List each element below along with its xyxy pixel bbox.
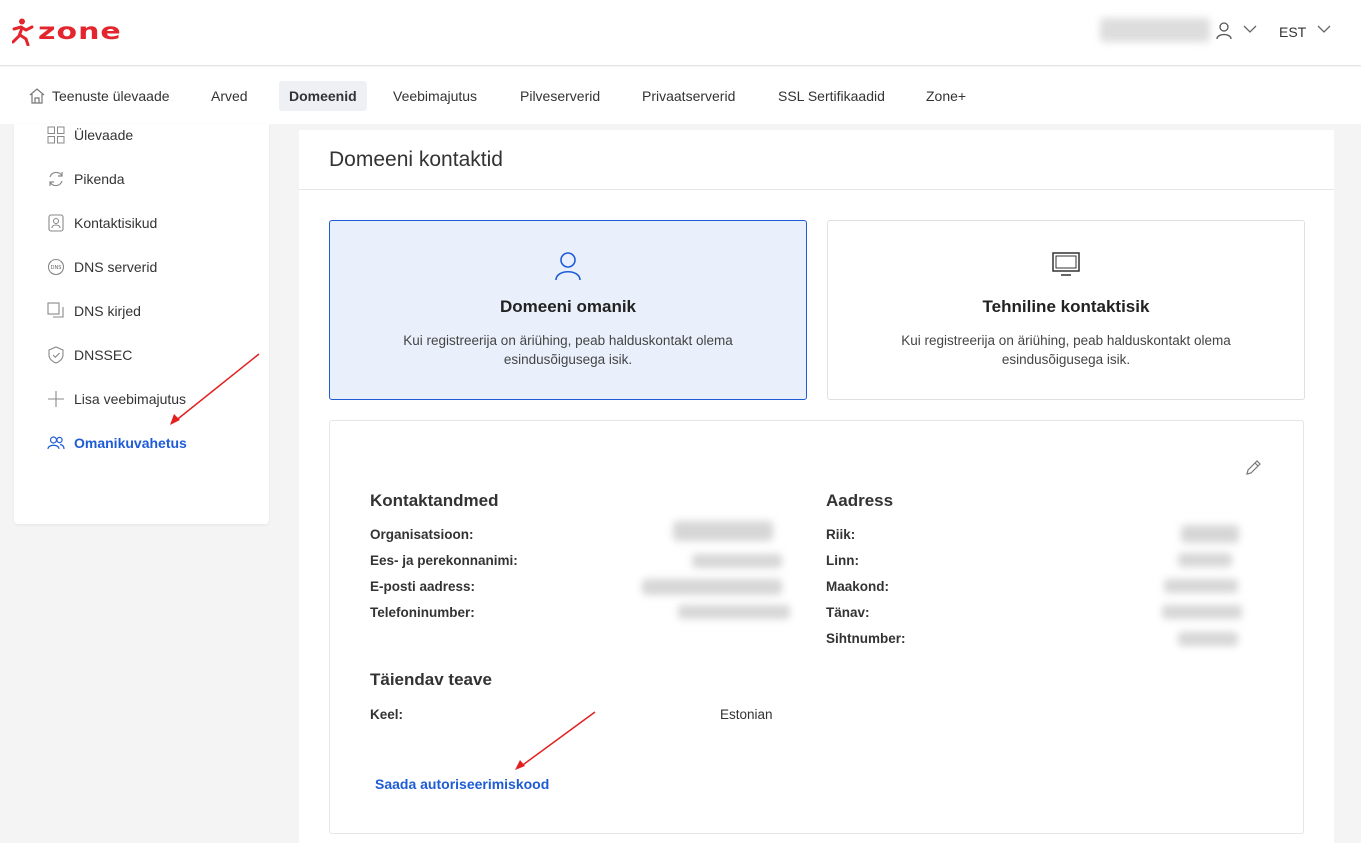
language-label: Keel:	[370, 707, 404, 722]
nav-label: Teenuste ülevaade	[52, 88, 170, 104]
sidebar-item-label: Ülevaade	[74, 127, 134, 143]
svg-text:DNS: DNS	[51, 265, 62, 271]
sidebar-item-owner-change[interactable]: Omanikuvahetus	[47, 432, 187, 454]
home-icon	[29, 88, 45, 104]
nav-invoices[interactable]: Arved	[201, 81, 258, 111]
sidebar-item-overview[interactable]: Ülevaade	[47, 124, 133, 146]
plus-icon	[47, 390, 65, 408]
county-label: Maakond:	[826, 579, 890, 594]
person-icon	[555, 252, 581, 281]
choice-description: Kui registreerija on äriühing, peab hald…	[901, 333, 1231, 367]
nav-private-servers[interactable]: Privaatserverid	[632, 81, 745, 111]
sidebar-item-dns-records[interactable]: DNS kirjed	[47, 300, 141, 322]
choice-title: Domeeni omanik	[499, 297, 637, 316]
nav-services-overview[interactable]: Teenuste ülevaade	[18, 81, 180, 111]
organisation-label: Organisatsioon:	[370, 527, 474, 542]
grid-icon	[47, 126, 65, 144]
dns-icon: DNS	[47, 258, 65, 276]
annotation-arrow-icon	[170, 353, 260, 425]
nav-web-hosting[interactable]: Veebimajutus	[383, 81, 487, 111]
extra-section-title: Täiendav teave	[370, 670, 492, 689]
sidebar-item-dns-servers[interactable]: DNS DNS serverid	[47, 256, 157, 278]
nav-ssl-certificates[interactable]: SSL Sertifikaadid	[768, 81, 895, 111]
user-icon[interactable]	[1216, 22, 1232, 40]
contact-details-card: Kontaktandmed Organisatsioon: Ees- ja pe…	[329, 420, 1304, 834]
divider	[299, 189, 1334, 190]
address-section-title: Aadress	[826, 491, 894, 510]
redacted-city-value	[1178, 553, 1232, 567]
choice-domain-owner[interactable]: Domeeni omanik Kui registreerija on äriü…	[329, 220, 807, 400]
sidebar-item-label: Kontaktisikud	[74, 215, 158, 231]
header: zone EST	[0, 0, 1361, 66]
language-selector[interactable]: EST	[1279, 24, 1306, 40]
phone-label: Telefoninumber:	[370, 605, 475, 620]
street-label: Tänav:	[826, 605, 870, 620]
runner-logo-icon	[12, 18, 34, 46]
send-auth-code-link[interactable]: Saada autoriseerimiskood	[375, 776, 549, 792]
redacted-email-value	[642, 579, 782, 595]
domain-contacts-panel: Domeeni kontaktid Domeeni omanik Kui reg…	[299, 130, 1334, 843]
chevron-down-icon[interactable]	[1243, 24, 1257, 34]
choice-description: Kui registreerija on äriühing, peab hald…	[403, 333, 733, 367]
zone-logo[interactable]: zone	[12, 14, 122, 49]
choice-technical-contact[interactable]: Tehniline kontaktisik Kui registreerija …	[827, 220, 1305, 400]
choice-title: Tehniline kontaktisik	[982, 297, 1150, 316]
redacted-postal-code-value	[1178, 632, 1238, 646]
redacted-name-value	[692, 554, 782, 568]
contact-section-title: Kontaktandmed	[370, 491, 499, 510]
sidebar-item-label: Omanikuvahetus	[74, 435, 187, 451]
users-icon	[47, 434, 65, 452]
sidebar-item-renew[interactable]: Pikenda	[47, 168, 125, 190]
domain-sidebar: Ülevaade Pikenda Kontaktisikud DNS DNS s…	[14, 124, 269, 524]
sidebar-item-label: Pikenda	[74, 171, 125, 187]
sidebar-item-contacts[interactable]: Kontaktisikud	[47, 212, 157, 234]
sidebar-item-label: DNS kirjed	[74, 303, 141, 319]
redacted-country-value	[1181, 525, 1239, 543]
shield-icon	[47, 346, 65, 364]
email-label: E-posti aadress:	[370, 579, 476, 594]
language-chevron-icon[interactable]	[1317, 24, 1331, 34]
language-value: Estonian	[720, 707, 773, 722]
country-label: Riik:	[826, 527, 856, 542]
pencil-edit-icon[interactable]	[1244, 459, 1262, 477]
postal-code-label: Sihtnumber:	[826, 631, 906, 646]
redacted-organisation-value	[673, 521, 773, 541]
redacted-street-value	[1162, 605, 1242, 619]
nav-domains[interactable]: Domeenid	[279, 81, 367, 111]
full-name-label: Ees- ja perekonnanimi:	[370, 553, 518, 568]
sidebar-item-dnssec[interactable]: DNSSEC	[47, 344, 132, 366]
monitor-icon	[1052, 252, 1080, 276]
sidebar-item-label: DNSSEC	[74, 347, 133, 363]
refresh-icon	[47, 170, 65, 188]
copy-icon	[47, 302, 65, 320]
logo-text: zone	[38, 17, 122, 46]
page-title: Domeeni kontaktid	[329, 148, 503, 171]
annotation-arrow-icon	[515, 711, 596, 770]
user-name-redacted[interactable]	[1100, 18, 1210, 42]
nav-zone-plus[interactable]: Zone+	[916, 81, 976, 111]
sidebar-item-label: DNS serverid	[74, 259, 158, 275]
city-label: Linn:	[826, 553, 859, 568]
top-navigation: Teenuste ülevaade Arved Domeenid Veebima…	[0, 67, 1361, 124]
contact-card-icon	[47, 214, 65, 232]
redacted-county-value	[1164, 579, 1238, 593]
nav-cloud-servers[interactable]: Pilveserverid	[510, 81, 610, 111]
redacted-phone-value	[678, 605, 790, 619]
